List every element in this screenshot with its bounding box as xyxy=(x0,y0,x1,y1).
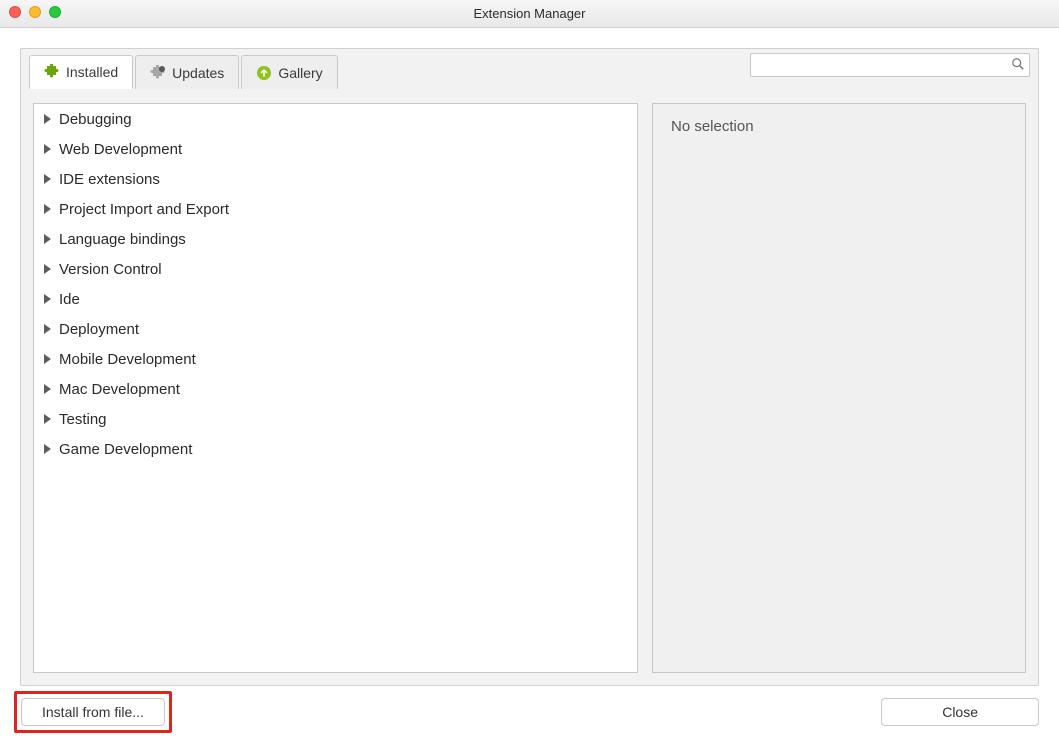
topbar: Installed Updates xyxy=(21,49,1038,97)
category-label: Web Development xyxy=(59,141,182,158)
disclosure-triangle-icon xyxy=(44,174,51,184)
disclosure-triangle-icon xyxy=(44,354,51,364)
tab-installed[interactable]: Installed xyxy=(29,55,133,89)
detail-placeholder: No selection xyxy=(671,118,754,135)
category-tree[interactable]: Debugging Web Development IDE extensions… xyxy=(33,103,638,673)
tabstrip: Installed Updates xyxy=(29,49,340,89)
panels: Debugging Web Development IDE extensions… xyxy=(33,103,1026,673)
install-from-file-button[interactable]: Install from file... xyxy=(21,698,165,726)
tab-label: Installed xyxy=(66,64,118,80)
category-label: Debugging xyxy=(59,111,132,128)
titlebar: Extension Manager xyxy=(0,0,1059,28)
window-zoom-button[interactable] xyxy=(49,6,61,18)
bottom-bar: Install from file... Close xyxy=(14,690,1039,734)
arrow-up-circle-icon xyxy=(256,65,272,81)
category-label: Deployment xyxy=(59,321,139,338)
disclosure-triangle-icon xyxy=(44,144,51,154)
disclosure-triangle-icon xyxy=(44,204,51,214)
category-label: Project Import and Export xyxy=(59,201,229,218)
puzzle-icon xyxy=(44,64,60,80)
category-item[interactable]: Debugging xyxy=(34,104,637,134)
category-label: Testing xyxy=(59,411,107,428)
category-item[interactable]: Game Development xyxy=(34,434,637,464)
window-title: Extension Manager xyxy=(473,6,585,21)
category-item[interactable]: Deployment xyxy=(34,314,637,344)
install-from-file-highlight: Install from file... xyxy=(14,691,172,733)
content-frame: Installed Updates xyxy=(20,48,1039,686)
category-item[interactable]: Project Import and Export xyxy=(34,194,637,224)
category-item[interactable]: Mobile Development xyxy=(34,344,637,374)
disclosure-triangle-icon xyxy=(44,234,51,244)
disclosure-triangle-icon xyxy=(44,264,51,274)
disclosure-triangle-icon xyxy=(44,414,51,424)
category-label: IDE extensions xyxy=(59,171,160,188)
window-close-button[interactable] xyxy=(9,6,21,18)
category-item[interactable]: Ide xyxy=(34,284,637,314)
disclosure-triangle-icon xyxy=(44,294,51,304)
category-item[interactable]: Mac Development xyxy=(34,374,637,404)
category-label: Mobile Development xyxy=(59,351,196,368)
category-item[interactable]: Testing xyxy=(34,404,637,434)
search-icon xyxy=(1011,57,1025,73)
tab-label: Gallery xyxy=(278,65,322,81)
category-item[interactable]: IDE extensions xyxy=(34,164,637,194)
category-label: Ide xyxy=(59,291,80,308)
window-minimize-button[interactable] xyxy=(29,6,41,18)
extension-manager-window: Extension Manager Installed xyxy=(0,0,1059,744)
tab-label: Updates xyxy=(172,65,224,81)
detail-panel: No selection xyxy=(652,103,1026,673)
search-box[interactable] xyxy=(750,53,1030,77)
disclosure-triangle-icon xyxy=(44,444,51,454)
category-label: Mac Development xyxy=(59,381,180,398)
category-label: Language bindings xyxy=(59,231,186,248)
category-label: Game Development xyxy=(59,441,192,458)
disclosure-triangle-icon xyxy=(44,324,51,334)
tab-gallery[interactable]: Gallery xyxy=(241,55,337,89)
disclosure-triangle-icon xyxy=(44,384,51,394)
window-controls xyxy=(9,6,61,18)
disclosure-triangle-icon xyxy=(44,114,51,124)
puzzle-update-icon xyxy=(150,65,166,81)
category-item[interactable]: Language bindings xyxy=(34,224,637,254)
category-item[interactable]: Web Development xyxy=(34,134,637,164)
search-input[interactable] xyxy=(755,57,1011,74)
category-label: Version Control xyxy=(59,261,162,278)
tab-updates[interactable]: Updates xyxy=(135,55,239,89)
category-item[interactable]: Version Control xyxy=(34,254,637,284)
close-button[interactable]: Close xyxy=(881,698,1039,726)
